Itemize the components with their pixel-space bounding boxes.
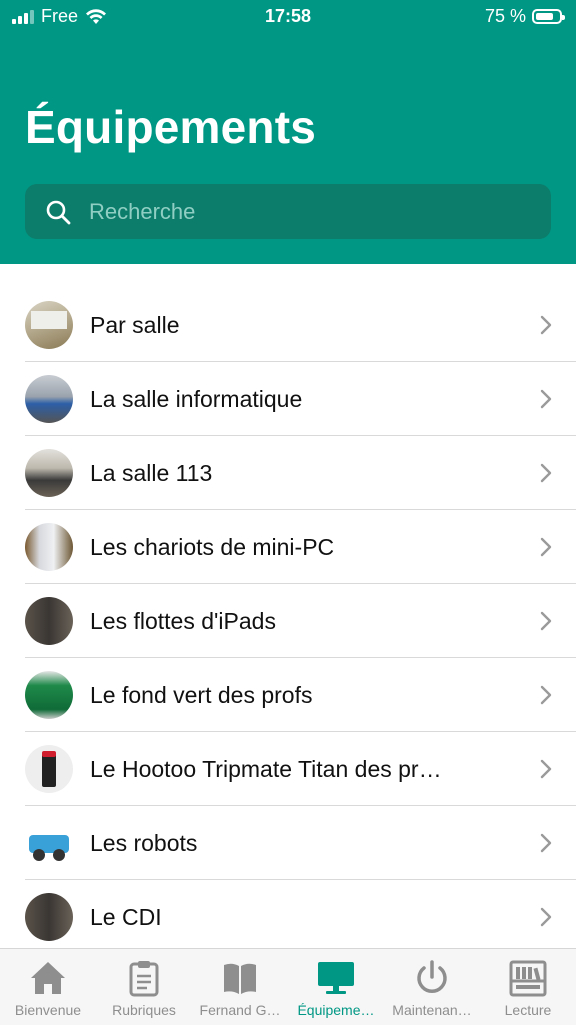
- chevron-right-icon: [540, 907, 552, 927]
- chevron-right-icon: [540, 537, 552, 557]
- cdi-photo-thumbnail: [25, 893, 73, 941]
- ipad-cabinet-photo-thumbnail: [25, 597, 73, 645]
- computer-room-photo-thumbnail: [25, 375, 73, 423]
- cart-photo-thumbnail: [25, 523, 73, 571]
- robot-photo-thumbnail: [25, 819, 73, 867]
- clipboard-icon: [129, 961, 159, 997]
- list-item-salle-informatique[interactable]: La salle informatique: [0, 362, 576, 436]
- tab-bar: Bienvenue Rubriques Fernand G… Équipeme…: [0, 948, 576, 1025]
- list-item-label: La salle informatique: [90, 385, 303, 412]
- tab-lecture[interactable]: Lecture: [480, 949, 576, 1025]
- list-item-cdi[interactable]: Le CDI: [0, 880, 576, 954]
- tab-label: Lecture: [504, 1002, 552, 1018]
- battery-icon: [532, 9, 565, 24]
- tab-label: Bienvenue: [14, 1002, 82, 1018]
- battery-percent: 75 %: [484, 6, 526, 26]
- tab-label: Fernand G…: [199, 1002, 281, 1018]
- list-item-label: Les flottes d'iPads: [90, 607, 276, 634]
- book-icon: [224, 963, 256, 994]
- status-bar: Free 17:58 75 %: [0, 0, 576, 34]
- list-item-chariots[interactable]: Les chariots de mini-PC: [0, 510, 576, 584]
- list-item-robots[interactable]: Les robots: [0, 806, 576, 880]
- list-item-label: Les robots: [90, 829, 198, 856]
- list-item-label: Le CDI: [90, 903, 162, 930]
- chevron-right-icon: [540, 685, 552, 705]
- list-item-label: La salle 113: [90, 459, 213, 486]
- list-item-label: Le Hootoo Tripmate Titan des pr…: [90, 755, 442, 782]
- list-item-fond-vert[interactable]: Le fond vert des profs: [0, 658, 576, 732]
- header: Free 17:58 75 % Équipements: [0, 0, 576, 264]
- chevron-right-icon: [540, 759, 552, 779]
- search-icon: [46, 200, 71, 224]
- page-title: Équipements: [25, 101, 317, 153]
- library-icon: [509, 960, 547, 997]
- chevron-right-icon: [540, 463, 552, 483]
- power-icon: [417, 960, 447, 993]
- chevron-right-icon: [540, 315, 552, 335]
- list-item-label: Le fond vert des profs: [90, 681, 313, 708]
- green-screen-photo-thumbnail: [25, 671, 73, 719]
- classroom-photo-thumbnail: [25, 449, 73, 497]
- list-item-salle-113[interactable]: La salle 113: [0, 436, 576, 510]
- chevron-right-icon: [540, 389, 552, 409]
- tab-label: Équipeme…: [297, 1002, 375, 1018]
- equipment-list: Par salle La salle informatique La salle…: [0, 288, 576, 954]
- room-photo-thumbnail: [25, 301, 73, 349]
- monitor-icon: [318, 962, 354, 994]
- list-item-hootoo[interactable]: Le Hootoo Tripmate Titan des pr…: [0, 732, 576, 806]
- search-bar[interactable]: [25, 184, 551, 239]
- list-item-label: Les chariots de mini-PC: [90, 533, 335, 560]
- tab-label: Maintenan…: [392, 1002, 472, 1018]
- tab-equipements[interactable]: Équipeme…: [288, 949, 384, 1025]
- router-photo-thumbnail: [25, 745, 73, 793]
- house-icon: [31, 962, 65, 994]
- tab-rubriques[interactable]: Rubriques: [96, 949, 192, 1025]
- search-input[interactable]: [87, 197, 511, 226]
- tab-maintenance[interactable]: Maintenan…: [384, 949, 480, 1025]
- list-item-label: Par salle: [90, 311, 180, 338]
- tab-label: Rubriques: [112, 1002, 176, 1018]
- tab-bienvenue[interactable]: Bienvenue: [0, 949, 96, 1025]
- chevron-right-icon: [540, 611, 552, 631]
- list-item-ipads[interactable]: Les flottes d'iPads: [0, 584, 576, 658]
- list-item-par-salle[interactable]: Par salle: [0, 288, 576, 362]
- tab-fernand[interactable]: Fernand G…: [192, 949, 288, 1025]
- chevron-right-icon: [540, 833, 552, 853]
